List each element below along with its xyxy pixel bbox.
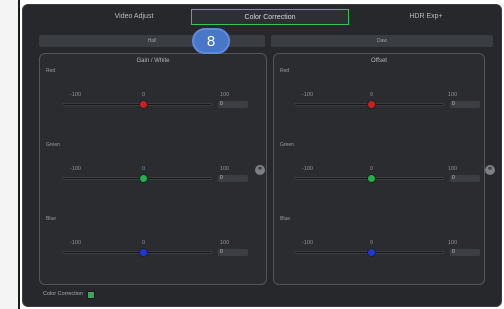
gain-blue-slider[interactable]: -100 0 100 0 [62,240,248,264]
step-number-badge: 8 [192,28,230,54]
gain-white-panel: Gain / White Red -100 0 100 0 Green -100… [39,53,267,285]
screenshot-frame: Video Adjust Color Correction HDR Exp+ H… [0,0,504,309]
offset-green-value[interactable]: 0 [450,175,480,182]
gain-green-max: 100 [220,166,230,172]
app-window: Video Adjust Color Correction HDR Exp+ H… [22,4,502,307]
gain-red-knob[interactable] [139,100,148,109]
gain-green-mid: 0 [142,166,146,172]
offset-blue-mid: 0 [370,240,374,246]
offset-panel: Offset Red -100 0 100 0 Green -100 0 100… [273,53,485,285]
gain-blue-value[interactable]: 0 [218,249,248,256]
gain-blue-min: -100 [70,240,82,246]
offset-red-label: Red [280,68,290,74]
offset-red-min: -100 [302,92,314,98]
main-tabs: Video Adjust Color Correction HDR Exp+ [23,9,501,27]
gain-red-track[interactable] [62,103,212,106]
offset-blue-slider[interactable]: -100 0 100 0 [294,240,480,264]
link-icon[interactable]: ⚭ [255,165,265,175]
gain-green-value[interactable]: 0 [218,175,248,182]
gain-white-title: Gain / White [136,58,170,64]
left-ledge [0,0,20,309]
gain-blue-track[interactable] [62,251,212,254]
gain-green-min: -100 [70,166,82,172]
gain-red-label: Red [46,68,56,74]
offset-green-min: -100 [302,166,314,172]
tab-hdr-exp[interactable]: HDR Exp+ [371,9,481,25]
tab-color-correction[interactable]: Color Correction [191,9,349,25]
offset-green-label: Green [280,142,294,148]
gain-red-value[interactable]: 0 [218,101,248,108]
footer-label: Color Correction [43,291,84,297]
offset-blue-value[interactable]: 0 [450,249,480,256]
offset-green-slider[interactable]: -100 0 100 0 [294,166,480,190]
offset-red-slider[interactable]: -100 0 100 0 [294,92,480,116]
gain-blue-max: 100 [220,240,230,246]
gain-red-max: 100 [220,92,230,98]
tab-video-adjust[interactable]: Video Adjust [79,9,189,25]
gain-red-mid: 0 [142,92,146,98]
offset-blue-min: -100 [302,240,314,246]
offset-blue-label: Blue [280,216,291,222]
gain-green-slider[interactable]: -100 0 100 0 [62,166,248,190]
offset-red-max: 100 [448,92,458,98]
offset-green-mid: 0 [370,166,374,172]
offset-blue-max: 100 [448,240,458,246]
offset-title: Offset [371,58,387,64]
gain-blue-knob[interactable] [139,248,148,257]
gain-blue-label: Blue [46,216,57,222]
sub-tabs: Hall Daw [39,35,493,47]
offset-green-knob[interactable] [367,174,376,183]
gain-red-slider[interactable]: -100 0 100 0 [62,92,248,116]
link-icon-offset[interactable]: ⚭ [485,165,495,175]
gain-blue-mid: 0 [142,240,146,246]
gain-green-label: Green [46,142,60,148]
gain-green-track[interactable] [62,177,212,180]
subtab-daw[interactable]: Daw [271,35,493,47]
offset-red-knob[interactable] [367,100,376,109]
color-correction-icon[interactable] [87,291,95,299]
offset-red-mid: 0 [370,92,374,98]
subtab-hall[interactable]: Hall [39,35,265,47]
gain-green-knob[interactable] [139,174,148,183]
offset-red-value[interactable]: 0 [450,101,480,108]
offset-green-max: 100 [448,166,458,172]
offset-blue-knob[interactable] [367,248,376,257]
gain-red-min: -100 [70,92,82,98]
